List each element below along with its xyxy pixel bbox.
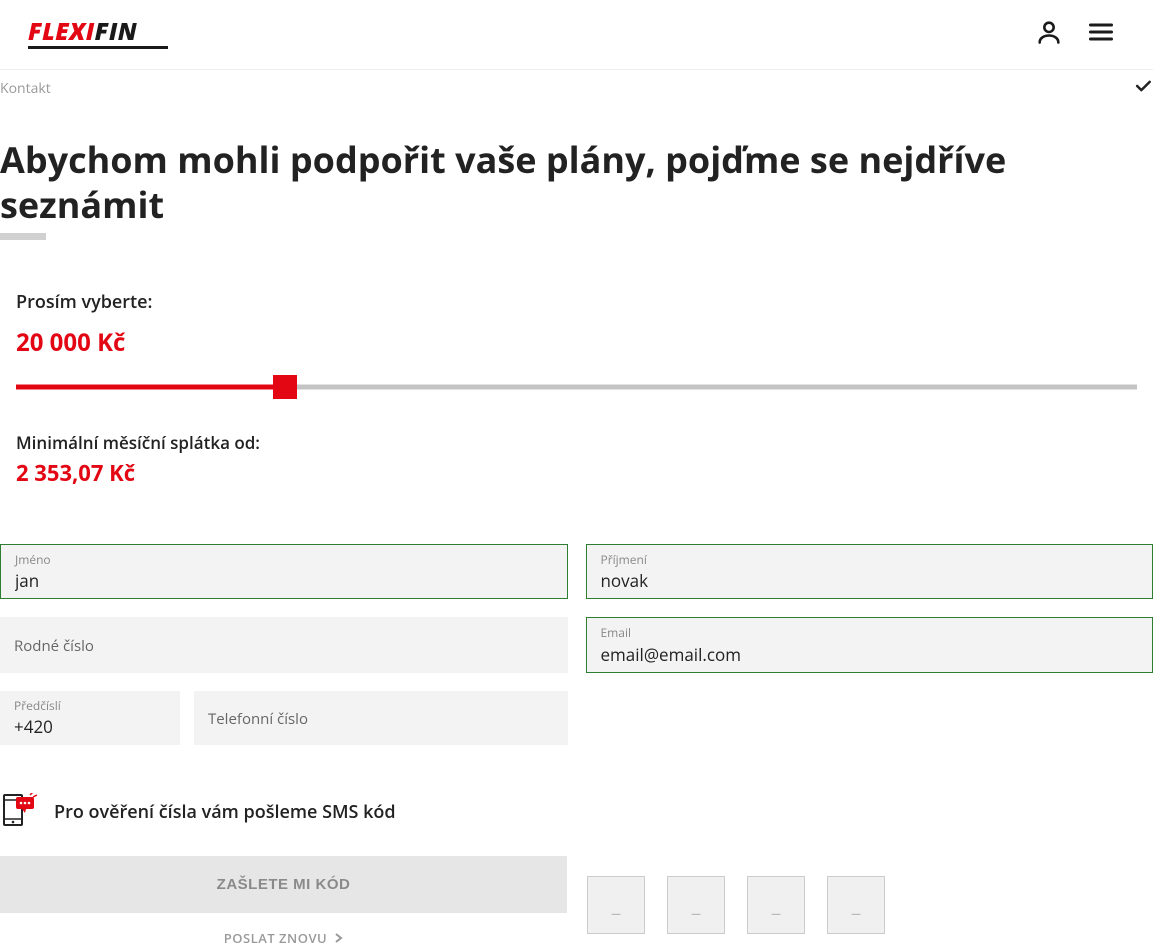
first-name-input[interactable] [15,569,553,592]
code-digit-1[interactable]: _ [587,876,645,934]
sms-notice-text: Pro ověření čísla vám pošleme SMS kód [54,800,396,824]
check-icon [1133,76,1153,101]
phone-prefix-label: Předčíslí [14,699,166,713]
code-digit-4[interactable]: _ [827,876,885,934]
phone-number-label: Telefonní číslo [208,710,554,728]
send-code-button[interactable]: ZAŠLETE MI KÓD [0,856,567,913]
sms-phone-icon [0,793,38,832]
slider-fill [16,385,285,390]
last-name-label: Příjmení [601,553,1139,567]
email-field[interactable]: Email [586,617,1153,672]
amount-section: Prosím vyberte: 20 000 Kč Minimální měsí… [0,290,1153,518]
code-digit-2[interactable]: _ [667,876,725,934]
monthly-label: Minimální měsíční splátka od: [16,431,1137,454]
code-inputs: _ _ _ _ [587,856,885,934]
resend-label: POSLAT ZNOVU [224,929,327,947]
code-row: ZAŠLETE MI KÓD POSLAT ZNOVU _ _ _ _ [0,856,1153,947]
header: FLEXIFIN [0,0,1153,70]
email-input[interactable] [601,643,1139,666]
amount-slider[interactable] [16,377,1137,397]
birth-number-field[interactable]: Rodné číslo [0,617,568,672]
phone-prefix-field[interactable]: Předčíslí [0,691,180,745]
user-icon[interactable] [1035,18,1063,51]
code-digit-3[interactable]: _ [747,876,805,934]
birth-number-label: Rodné číslo [14,637,554,655]
slider-handle[interactable] [273,375,297,399]
first-name-label: Jméno [15,553,553,567]
header-icons [1035,18,1117,51]
form-grid: Jméno Příjmení Rodné číslo Email Předčís… [0,544,1153,745]
amount-value: 20 000 Kč [16,326,1137,359]
page-title: Abychom mohli podpořit vaše plány, pojďm… [0,137,1153,227]
logo[interactable]: FLEXIFIN [28,20,168,49]
first-name-field[interactable]: Jméno [0,544,568,599]
last-name-input[interactable] [601,569,1139,592]
amount-select-label: Prosím vyberte: [16,290,1137,314]
logo-text-red: FLEXI [28,15,95,48]
breadcrumb-label: Kontakt [0,79,51,98]
hamburger-menu-icon[interactable] [1085,18,1117,51]
sms-notice-row: Pro ověření čísla vám pošleme SMS kód [0,793,1153,832]
phone-prefix-input[interactable] [14,715,166,738]
phone-number-field[interactable]: Telefonní číslo [194,691,568,745]
logo-text-black: FIN [95,15,138,48]
chevron-right-icon [335,929,343,947]
last-name-field[interactable]: Příjmení [586,544,1153,599]
monthly-value: 2 353,07 Kč [16,458,1137,488]
breadcrumb: Kontakt [0,70,1153,107]
resend-code-link[interactable]: POSLAT ZNOVU [0,929,567,947]
email-label: Email [601,626,1139,640]
title-underline [0,233,46,240]
